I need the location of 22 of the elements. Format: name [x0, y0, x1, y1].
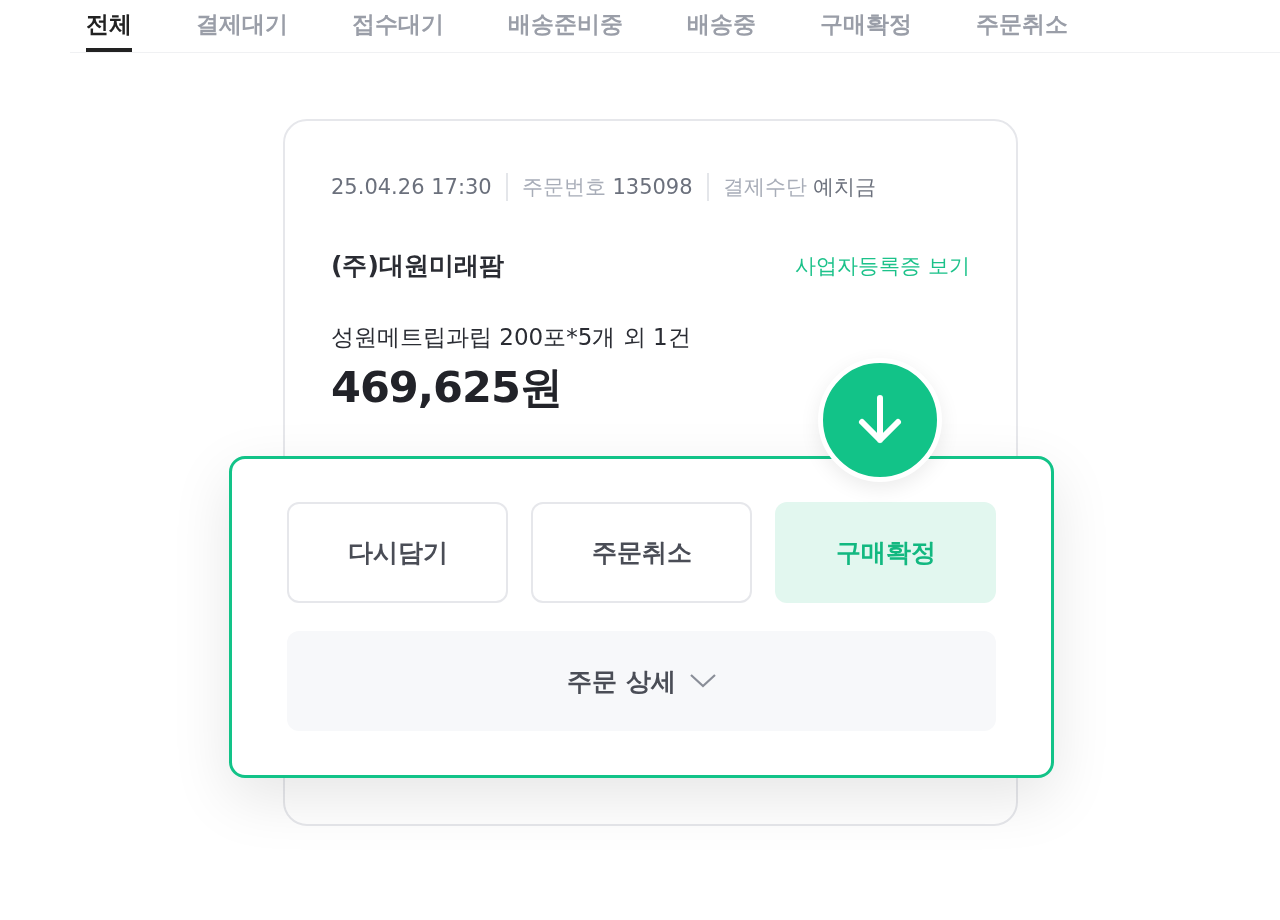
tab[interactable]: 주문취소	[976, 0, 1068, 52]
action-button[interactable]: 다시담기	[287, 502, 508, 603]
tab[interactable]: 접수대기	[352, 0, 444, 52]
chevron-down-icon	[689, 674, 716, 688]
seller-name: (주)대원미래팜	[331, 250, 504, 282]
product-summary: 성원메트립과립 200포*5개 외 1건	[331, 323, 692, 352]
tab[interactable]: 구매확정	[820, 0, 912, 52]
tab[interactable]: 결제대기	[196, 0, 288, 52]
confirm-button[interactable]: 구매확정	[775, 502, 996, 603]
order-date: 25.04.26 17:30	[331, 174, 492, 201]
tab[interactable]: 배송준비중	[508, 0, 623, 52]
order-detail-button[interactable]: 주문 상세	[287, 631, 996, 731]
order-number-label: 주문번호	[521, 174, 606, 201]
tab[interactable]: 배송중	[687, 0, 756, 52]
payment-method: 예치금	[813, 174, 877, 201]
order-number: 135098	[612, 174, 693, 201]
action-button[interactable]: 주문취소	[531, 502, 752, 603]
arrow-down-icon	[857, 395, 903, 445]
payment-label: 결제수단	[722, 174, 807, 201]
tab[interactable]: 전체	[86, 0, 132, 52]
order-price: 469,625원	[331, 361, 563, 414]
business-registration-link[interactable]: 사업자등록증 보기	[795, 251, 970, 280]
